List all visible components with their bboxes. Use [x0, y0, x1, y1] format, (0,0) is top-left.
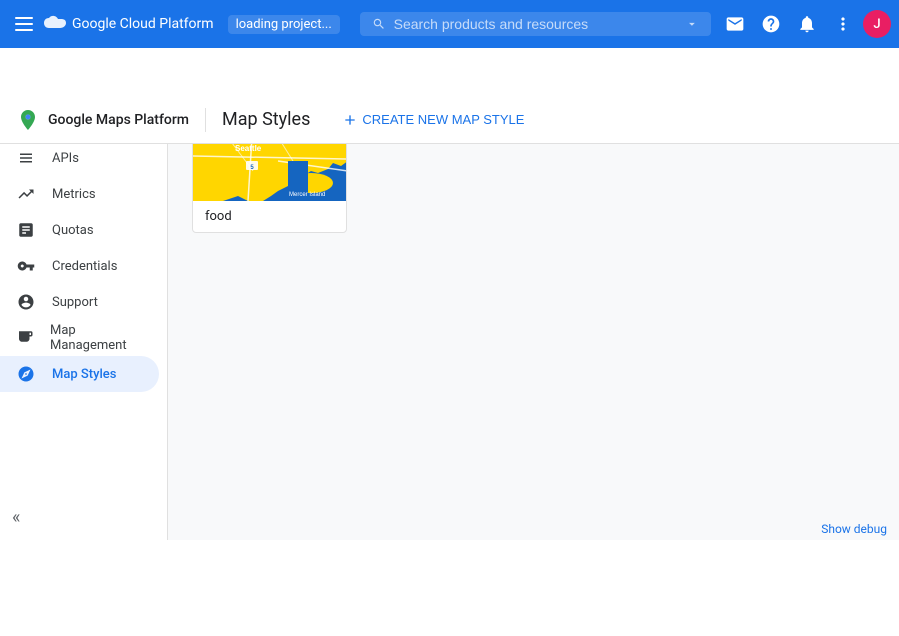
- support-icon: [16, 292, 36, 312]
- brand-title: Google Maps Platform: [48, 112, 189, 128]
- header-divider: [205, 108, 206, 132]
- credentials-icon: [16, 256, 36, 276]
- notifications-email-icon[interactable]: [719, 8, 751, 40]
- sidebar-collapse-button[interactable]: «: [12, 507, 20, 528]
- search-bar[interactable]: [360, 12, 711, 36]
- sidebar-item-credentials[interactable]: Credentials: [0, 248, 159, 284]
- svg-text:Seattle: Seattle: [235, 144, 262, 153]
- search-icon: [372, 16, 386, 32]
- sidebar-item-metrics[interactable]: Metrics: [0, 176, 159, 212]
- bottom-bar[interactable]: Show debug: [809, 518, 899, 540]
- add-icon: [342, 112, 358, 128]
- apis-icon: [16, 148, 36, 168]
- sidebar-item-support[interactable]: Support: [0, 284, 159, 320]
- top-navbar: Google Cloud Platform loading project...…: [0, 0, 899, 48]
- metrics-icon: [16, 184, 36, 204]
- sidebar-label-quotas: Quotas: [52, 223, 94, 238]
- create-btn-label: CREATE NEW MAP STYLE: [362, 112, 524, 127]
- help-icon[interactable]: [755, 8, 787, 40]
- maps-pin-icon: [16, 108, 40, 132]
- more-options-icon[interactable]: [827, 8, 859, 40]
- hamburger-menu-icon[interactable]: [8, 8, 40, 40]
- sidebar: Overview APIs Metrics Quotas Credentials: [0, 96, 168, 540]
- collapse-icon: «: [12, 507, 20, 528]
- cloud-logo-icon: [44, 15, 66, 33]
- map-card-label: food: [193, 201, 346, 232]
- sidebar-label-support: Support: [52, 295, 98, 310]
- main-content: Seattle Bellevu Mercer Island 5 food: [168, 96, 899, 540]
- sidebar-item-apis[interactable]: APIs: [0, 140, 159, 176]
- map-management-icon: [16, 328, 34, 348]
- notifications-bell-icon[interactable]: [791, 8, 823, 40]
- create-new-map-style-button[interactable]: CREATE NEW MAP STYLE: [334, 108, 532, 132]
- sub-header: Google Maps Platform Map Styles CREATE N…: [0, 96, 899, 144]
- sidebar-item-map-management[interactable]: Map Management: [0, 320, 159, 356]
- sidebar-label-apis: APIs: [52, 151, 79, 166]
- sidebar-item-quotas[interactable]: Quotas: [0, 212, 159, 248]
- main-layout: Overview APIs Metrics Quotas Credentials: [0, 96, 899, 540]
- sidebar-label-map-styles: Map Styles: [52, 367, 116, 382]
- gcp-logo-area: Google Cloud Platform loading project...: [44, 15, 340, 34]
- sidebar-label-metrics: Metrics: [52, 187, 96, 202]
- search-dropdown-icon: [685, 16, 699, 32]
- sidebar-label-map-management: Map Management: [50, 323, 143, 353]
- sidebar-item-map-styles[interactable]: Map Styles: [0, 356, 159, 392]
- gcp-title: Google Cloud Platform: [72, 16, 214, 32]
- page-title: Map Styles: [222, 109, 310, 130]
- map-styles-icon: [16, 364, 36, 384]
- show-debug-label[interactable]: Show debug: [821, 522, 887, 536]
- svg-text:Mercer Island: Mercer Island: [289, 192, 325, 198]
- search-input[interactable]: [394, 16, 678, 32]
- sidebar-label-credentials: Credentials: [52, 259, 117, 274]
- user-avatar[interactable]: J: [863, 10, 891, 38]
- top-bar-icons: J: [719, 8, 891, 40]
- project-selector[interactable]: loading project...: [228, 15, 340, 34]
- quotas-icon: [16, 220, 36, 240]
- brand-area: Google Maps Platform: [16, 108, 189, 132]
